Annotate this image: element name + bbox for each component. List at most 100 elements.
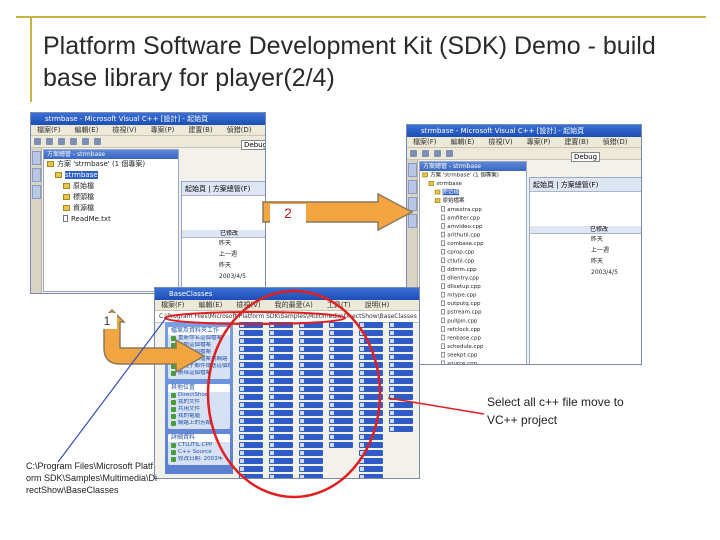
selected-file-item[interactable]	[299, 458, 323, 464]
selected-file-item[interactable]	[329, 402, 353, 408]
menu-item[interactable]: 檔案(F)	[413, 138, 437, 146]
selected-file-item[interactable]	[299, 474, 323, 478]
tree-file-item[interactable]: renbase.cpp	[420, 334, 526, 343]
selected-file-item[interactable]	[329, 322, 353, 328]
selected-file-item[interactable]	[239, 442, 263, 448]
tree-file-item[interactable]: cprop.cpp	[420, 248, 526, 257]
tree-file-item[interactable]: pstream.cpp	[420, 308, 526, 317]
selected-file-item[interactable]	[299, 362, 323, 368]
vc-before-titlebar[interactable]: strmbase - Microsoft Visual C++ [設計] - 起…	[31, 113, 265, 125]
selected-file-item[interactable]	[239, 354, 263, 360]
task-link[interactable]: 我的電腦	[168, 413, 230, 420]
selected-file-item[interactable]	[329, 362, 353, 368]
new-file-icon[interactable]	[410, 150, 417, 157]
selected-file-item[interactable]	[299, 466, 323, 472]
selected-file-item[interactable]	[239, 322, 263, 328]
selected-file-item[interactable]	[329, 370, 353, 376]
menu-item[interactable]: 編輯(E)	[451, 138, 475, 146]
tree-file-item[interactable]: seekpt.cpp	[420, 351, 526, 360]
tree-file-item[interactable]: schedule.cpp	[420, 343, 526, 352]
task-link[interactable]: C++ Source	[168, 449, 230, 456]
selected-file-item[interactable]	[269, 418, 293, 424]
tree-file-item[interactable]: ctlutil.cpp	[420, 257, 526, 266]
selected-file-item[interactable]	[269, 330, 293, 336]
selected-file-item[interactable]	[359, 434, 383, 440]
selected-file-item[interactable]	[239, 402, 263, 408]
selected-file-item[interactable]	[269, 394, 293, 400]
selected-file-item[interactable]	[269, 426, 293, 432]
selected-file-item[interactable]	[239, 370, 263, 376]
selected-file-item[interactable]	[299, 442, 323, 448]
selected-file-item[interactable]	[329, 418, 353, 424]
selected-file-item[interactable]	[329, 410, 353, 416]
menu-item[interactable]: 檢視(V)	[488, 138, 512, 146]
selected-file-item[interactable]	[239, 418, 263, 424]
start-page-header[interactable]: 起始頁 | 方案總管(F)	[530, 178, 641, 192]
selected-file-item[interactable]	[359, 394, 383, 400]
selected-file-item[interactable]	[239, 434, 263, 440]
selected-file-item[interactable]	[359, 426, 383, 432]
task-box-header[interactable]: 詳細資料	[168, 434, 230, 442]
copy-icon[interactable]	[82, 138, 89, 145]
selected-file-item[interactable]	[269, 442, 293, 448]
selected-file-item[interactable]	[269, 338, 293, 344]
selected-file-item[interactable]	[389, 330, 413, 336]
selected-file-item[interactable]	[359, 474, 383, 478]
selected-file-item[interactable]	[239, 466, 263, 472]
selected-file-item[interactable]	[239, 410, 263, 416]
selected-file-item[interactable]	[389, 346, 413, 352]
new-file-icon[interactable]	[34, 138, 41, 145]
selected-file-item[interactable]	[269, 362, 293, 368]
selected-file-item[interactable]	[359, 330, 383, 336]
selected-file-item[interactable]	[329, 434, 353, 440]
menu-item[interactable]: 我的最愛(A)	[275, 301, 313, 309]
selected-file-item[interactable]	[359, 346, 383, 352]
selected-file-item[interactable]	[359, 378, 383, 384]
tree-file-item[interactable]: amvideo.cpp	[420, 222, 526, 231]
selected-file-item[interactable]	[269, 466, 293, 472]
selected-file-item[interactable]	[299, 426, 323, 432]
task-link[interactable]: 修改日期: 2003年	[168, 456, 230, 463]
selected-file-item[interactable]	[389, 354, 413, 360]
selected-file-item[interactable]	[359, 322, 383, 328]
selected-file-item[interactable]	[389, 362, 413, 368]
start-page-header[interactable]: 起始頁 | 方案總管(F)	[182, 182, 265, 196]
selected-file-item[interactable]	[239, 346, 263, 352]
selected-file-item[interactable]	[269, 386, 293, 392]
selected-file-item[interactable]	[389, 418, 413, 424]
menu-item[interactable]: 編輯(E)	[75, 126, 99, 134]
selected-file-item[interactable]	[359, 354, 383, 360]
side-tab-toolbox[interactable]	[32, 168, 41, 182]
selected-file-item[interactable]	[329, 394, 353, 400]
selected-file-item[interactable]	[239, 426, 263, 432]
selected-file-item[interactable]	[299, 330, 323, 336]
build-config-select[interactable]: Debug	[241, 140, 265, 150]
tree-file-item[interactable]: ReadMe.txt	[44, 214, 178, 225]
selected-file-item[interactable]	[299, 370, 323, 376]
selected-file-item[interactable]	[359, 466, 383, 472]
tree-file-item[interactable]: combase.cpp	[420, 240, 526, 249]
tree-file-item[interactable]: arithutil.cpp	[420, 231, 526, 240]
open-icon[interactable]	[422, 150, 429, 157]
selected-file-item[interactable]	[359, 410, 383, 416]
selected-file-item[interactable]	[239, 378, 263, 384]
selected-file-item[interactable]	[389, 378, 413, 384]
selected-file-item[interactable]	[389, 370, 413, 376]
menu-item[interactable]: 檢視(V)	[112, 126, 136, 134]
selected-file-item[interactable]	[239, 362, 263, 368]
tree-folder-item[interactable]: strmbase	[44, 170, 178, 181]
selected-file-item[interactable]	[299, 450, 323, 456]
selected-file-item[interactable]	[269, 450, 293, 456]
explorer-titlebar[interactable]: BaseClasses	[155, 288, 419, 300]
tree-file-item[interactable]: source.cpp	[420, 360, 526, 364]
selected-file-item[interactable]	[299, 434, 323, 440]
selected-file-item[interactable]	[329, 378, 353, 384]
selected-file-item[interactable]	[299, 354, 323, 360]
selected-file-item[interactable]	[389, 394, 413, 400]
tree-file-item[interactable]: dllsetup.cpp	[420, 283, 526, 292]
selected-file-item[interactable]	[269, 354, 293, 360]
task-box-header[interactable]: 其他位置	[168, 384, 230, 392]
tree-folder-item[interactable]: strmbase	[420, 180, 526, 189]
cut-icon[interactable]	[70, 138, 77, 145]
selected-file-item[interactable]	[299, 410, 323, 416]
